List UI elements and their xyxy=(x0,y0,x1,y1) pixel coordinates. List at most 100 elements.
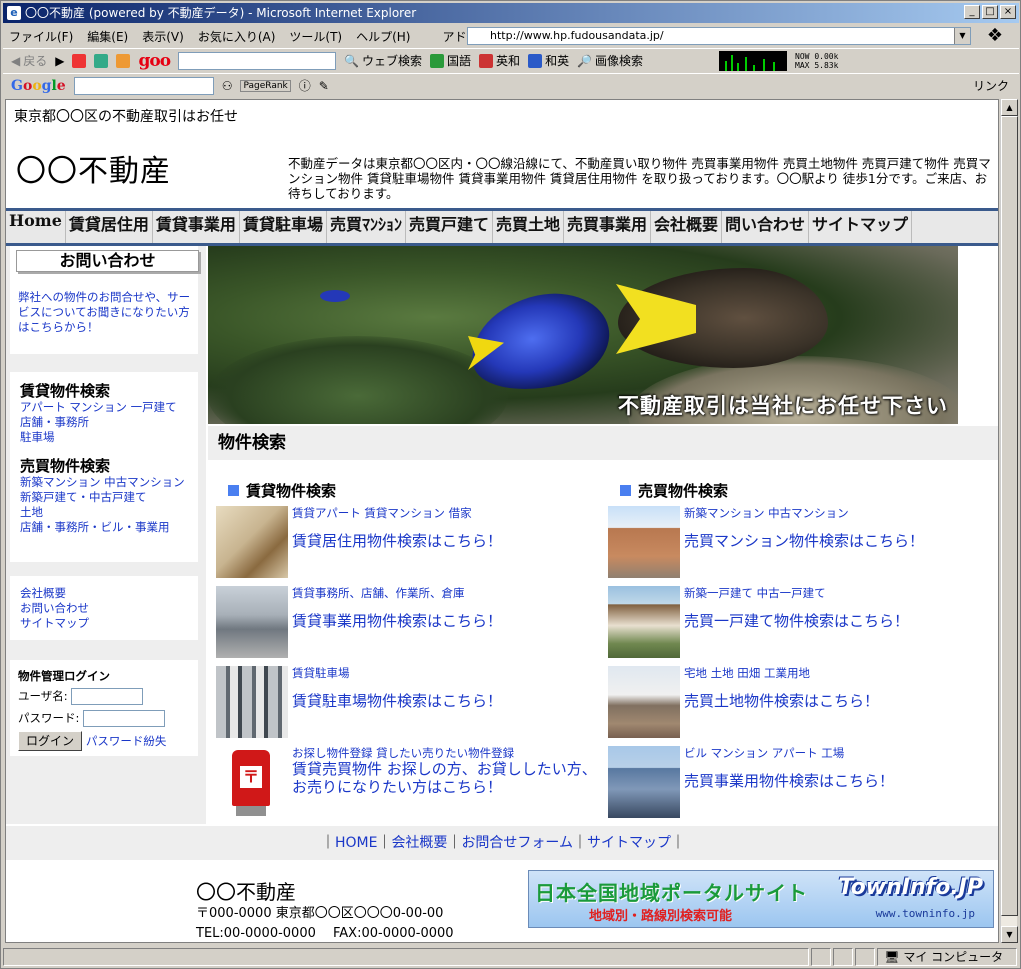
maximize-button[interactable]: □ xyxy=(982,5,998,19)
toolbar-main: ◀ 戻る ▶ goo 🔍 ウェブ検索 国語 英和 和英 🔎 画像検索 NOW 0.00… xyxy=(3,48,1019,72)
item-subtitle[interactable]: ビル マンション アパート 工場 xyxy=(684,746,844,760)
footer-link-contact-form[interactable]: お問合せフォーム xyxy=(461,835,573,851)
login-button[interactable]: ログイン xyxy=(18,731,82,751)
nav-company[interactable]: 会社概要 xyxy=(651,211,723,243)
scroll-down-icon[interactable]: ▼ xyxy=(1001,926,1018,943)
google-logo-letter: o xyxy=(22,77,33,94)
item-link[interactable]: 売買土地物件検索はこちら！ xyxy=(684,692,994,710)
menu-favorites[interactable]: お気に入り(A) xyxy=(198,28,276,45)
contact-text-link[interactable]: 弊社への物件のお問合せや、サービスについてお聞きになりたい方はこちらから！ xyxy=(18,290,193,335)
footer-link-home[interactable]: HOME xyxy=(335,835,377,851)
info-icon[interactable]: ⓘ xyxy=(299,77,311,94)
scroll-thumb[interactable] xyxy=(1001,116,1018,916)
sidebar-link-sale-land[interactable]: 土地 xyxy=(20,505,185,520)
site-intro: 不動産データは東京都〇〇区内・〇〇線沿線にて、不動産買い取り物件 売買事業用物件… xyxy=(288,156,991,201)
eiwa-button[interactable]: 英和 xyxy=(479,52,520,69)
contact-button[interactable]: お問い合わせ xyxy=(16,250,199,272)
rent-column-heading: 賃貸物件検索 xyxy=(228,480,336,501)
sale-item-house[interactable]: 新築一戸建て 中古一戸建て 売買一戸建て物件検索はこちら！ xyxy=(608,586,988,658)
land-photo-thumb xyxy=(608,666,680,738)
item-link[interactable]: 賃貸事業用物件検索はこちら！ xyxy=(292,612,602,630)
nav-rent-parking[interactable]: 賃貸駐車場 xyxy=(240,211,327,243)
footer-link-company[interactable]: 会社概要 xyxy=(391,835,447,851)
username-input[interactable] xyxy=(71,688,144,705)
menu-tools[interactable]: ツール(T) xyxy=(289,28,342,45)
site-logo[interactable]: 〇〇不動産 xyxy=(16,146,171,190)
forward-button[interactable]: ▶ xyxy=(55,54,64,68)
pen-icon[interactable]: ✎ xyxy=(319,79,329,93)
sidebar-link-sitemap[interactable]: サイトマップ xyxy=(20,616,89,631)
forgot-password-link[interactable]: パスワード紛失 xyxy=(86,734,167,748)
sidebar-link-rent-office[interactable]: 店舗・事務所 xyxy=(20,415,185,430)
nav-sale-land[interactable]: 売買土地 xyxy=(493,211,564,243)
google-search-input[interactable] xyxy=(73,76,214,95)
home-icon[interactable] xyxy=(116,53,131,68)
goo-search-input[interactable] xyxy=(178,51,337,70)
sidebar-link-contact[interactable]: お問い合わせ xyxy=(20,601,89,616)
towninfo-banner[interactable]: 日本全国地域ポータルサイト 地域別・路線別検索可能 TownInfo.JP ww… xyxy=(528,870,994,928)
item-subtitle[interactable]: 賃貸事務所、店舗、作業所、倉庫 xyxy=(292,586,465,600)
nav-contact[interactable]: 問い合わせ xyxy=(722,211,810,243)
vertical-scrollbar[interactable]: ▲ ▼ xyxy=(1000,99,1018,943)
minimize-button[interactable]: _ xyxy=(964,5,980,19)
banner-url: www.towninfo.jp xyxy=(875,907,975,920)
close-button[interactable]: × xyxy=(1000,5,1016,19)
rent-item-residential[interactable]: 賃貸アパート 賃貸マンション 借家 賃貸居住用物件検索はこちら！ xyxy=(216,506,596,578)
nav-rent-residential[interactable]: 賃貸居住用 xyxy=(66,211,153,243)
address-dropdown-icon[interactable]: ▼ xyxy=(954,28,970,44)
sidebar-link-rent-parking[interactable]: 駐車場 xyxy=(20,430,185,445)
item-link[interactable]: 賃貸居住用物件検索はこちら！ xyxy=(292,532,602,550)
kokugo-button[interactable]: 国語 xyxy=(430,52,471,69)
rent-item-business[interactable]: 賃貸事務所、店舗、作業所、倉庫 賃貸事業用物件検索はこちら！ xyxy=(216,586,596,658)
sidebar: お問い合わせ 弊社への物件のお問合せや、サービスについてお聞きになりたい方はこち… xyxy=(6,246,206,824)
sidebar-link-sale-house[interactable]: 新築戸建て・中古戸建て xyxy=(20,490,185,505)
item-link[interactable]: 売買事業用物件検索はこちら！ xyxy=(684,772,994,790)
mailbox-icon: 〒 xyxy=(216,746,288,818)
meter-max: MAX 5.83k xyxy=(795,60,839,70)
rent-item-register[interactable]: 〒 お探し物件登録 貸したい売りたい物件登録 賃貸売買物件 お探しの方、お貸しし… xyxy=(216,746,597,818)
sale-item-land[interactable]: 宅地 土地 田畑 工業用地 売買土地物件検索はこちら！ xyxy=(608,666,988,738)
zone-indicator: 🖥 マイ コンピュータ xyxy=(877,948,1018,966)
refresh-icon[interactable] xyxy=(94,53,109,68)
item-link[interactable]: 賃貸駐車場物件検索はこちら！ xyxy=(292,692,602,710)
nav-sale-house[interactable]: 売買戸建て xyxy=(406,211,493,243)
footer-link-sitemap[interactable]: サイトマップ xyxy=(587,835,671,851)
binoculars-icon[interactable]: ⚇ xyxy=(222,79,233,93)
address-input[interactable]: http://www.hp.fudousandata.jp/ ▼ xyxy=(467,27,971,45)
blue-square-icon xyxy=(620,485,631,496)
item-subtitle[interactable]: 新築一戸建て 中古一戸建て xyxy=(684,586,826,600)
item-subtitle[interactable]: 新築マンション 中古マンション xyxy=(684,506,849,520)
nav-sale-business[interactable]: 売買事業用 xyxy=(564,211,652,243)
menu-edit[interactable]: 編集(E) xyxy=(87,28,128,45)
nav-sale-mansion[interactable]: 売買ﾏﾝｼｮﾝ xyxy=(327,211,406,243)
image-search-button[interactable]: 🔎 画像検索 xyxy=(577,52,643,69)
back-button[interactable]: ◀ 戻る xyxy=(11,52,47,69)
sidebar-link-sale-business[interactable]: 店舗・事務所・ビル・事業用 xyxy=(20,520,185,535)
login-box: 物件管理ログイン ユーザ名: パスワード: ログイン パスワード紛失 xyxy=(10,660,198,756)
sale-item-mansion[interactable]: 新築マンション 中古マンション 売買マンション物件検索はこちら！ xyxy=(608,506,988,578)
menu-view[interactable]: 表示(V) xyxy=(142,28,184,45)
rent-item-parking[interactable]: 賃貸駐車場 賃貸駐車場物件検索はこちら！ xyxy=(216,666,596,738)
item-subtitle[interactable]: 宅地 土地 田畑 工業用地 xyxy=(684,666,810,680)
item-link[interactable]: 賃貸売買物件 お探しの方、お貸ししたい方、お売りになりたい方はこちら！ xyxy=(292,760,602,796)
nav-rent-business[interactable]: 賃貸事業用 xyxy=(153,211,240,243)
item-subtitle[interactable]: 賃貸駐車場 xyxy=(292,666,350,680)
menu-file[interactable]: ファイル(F) xyxy=(9,28,73,45)
waei-button[interactable]: 和英 xyxy=(528,52,569,69)
item-subtitle[interactable]: 賃貸アパート 賃貸マンション 借家 xyxy=(292,506,472,520)
stop-icon[interactable] xyxy=(72,53,87,68)
item-link[interactable]: 売買マンション物件検索はこちら！ xyxy=(684,532,994,550)
web-search-button[interactable]: 🔍 ウェブ検索 xyxy=(344,52,422,69)
sidebar-link-sale-mansion[interactable]: 新築マンション 中古マンション xyxy=(20,475,185,490)
nav-home[interactable]: Home xyxy=(6,211,66,243)
nav-sitemap[interactable]: サイトマップ xyxy=(809,211,913,243)
menu-help[interactable]: ヘルプ(H) xyxy=(356,28,410,45)
links-label[interactable]: リンク xyxy=(973,77,1009,94)
item-subtitle[interactable]: お探し物件登録 貸したい売りたい物件登録 xyxy=(292,746,514,760)
password-input[interactable] xyxy=(83,710,166,727)
sidebar-link-company[interactable]: 会社概要 xyxy=(20,586,89,601)
scroll-up-icon[interactable]: ▲ xyxy=(1001,99,1018,116)
item-link[interactable]: 売買一戸建て物件検索はこちら！ xyxy=(684,612,994,630)
sidebar-link-rent-residential[interactable]: アパート マンション 一戸建て xyxy=(20,400,185,415)
sale-item-business[interactable]: ビル マンション アパート 工場 売買事業用物件検索はこちら！ xyxy=(608,746,988,818)
